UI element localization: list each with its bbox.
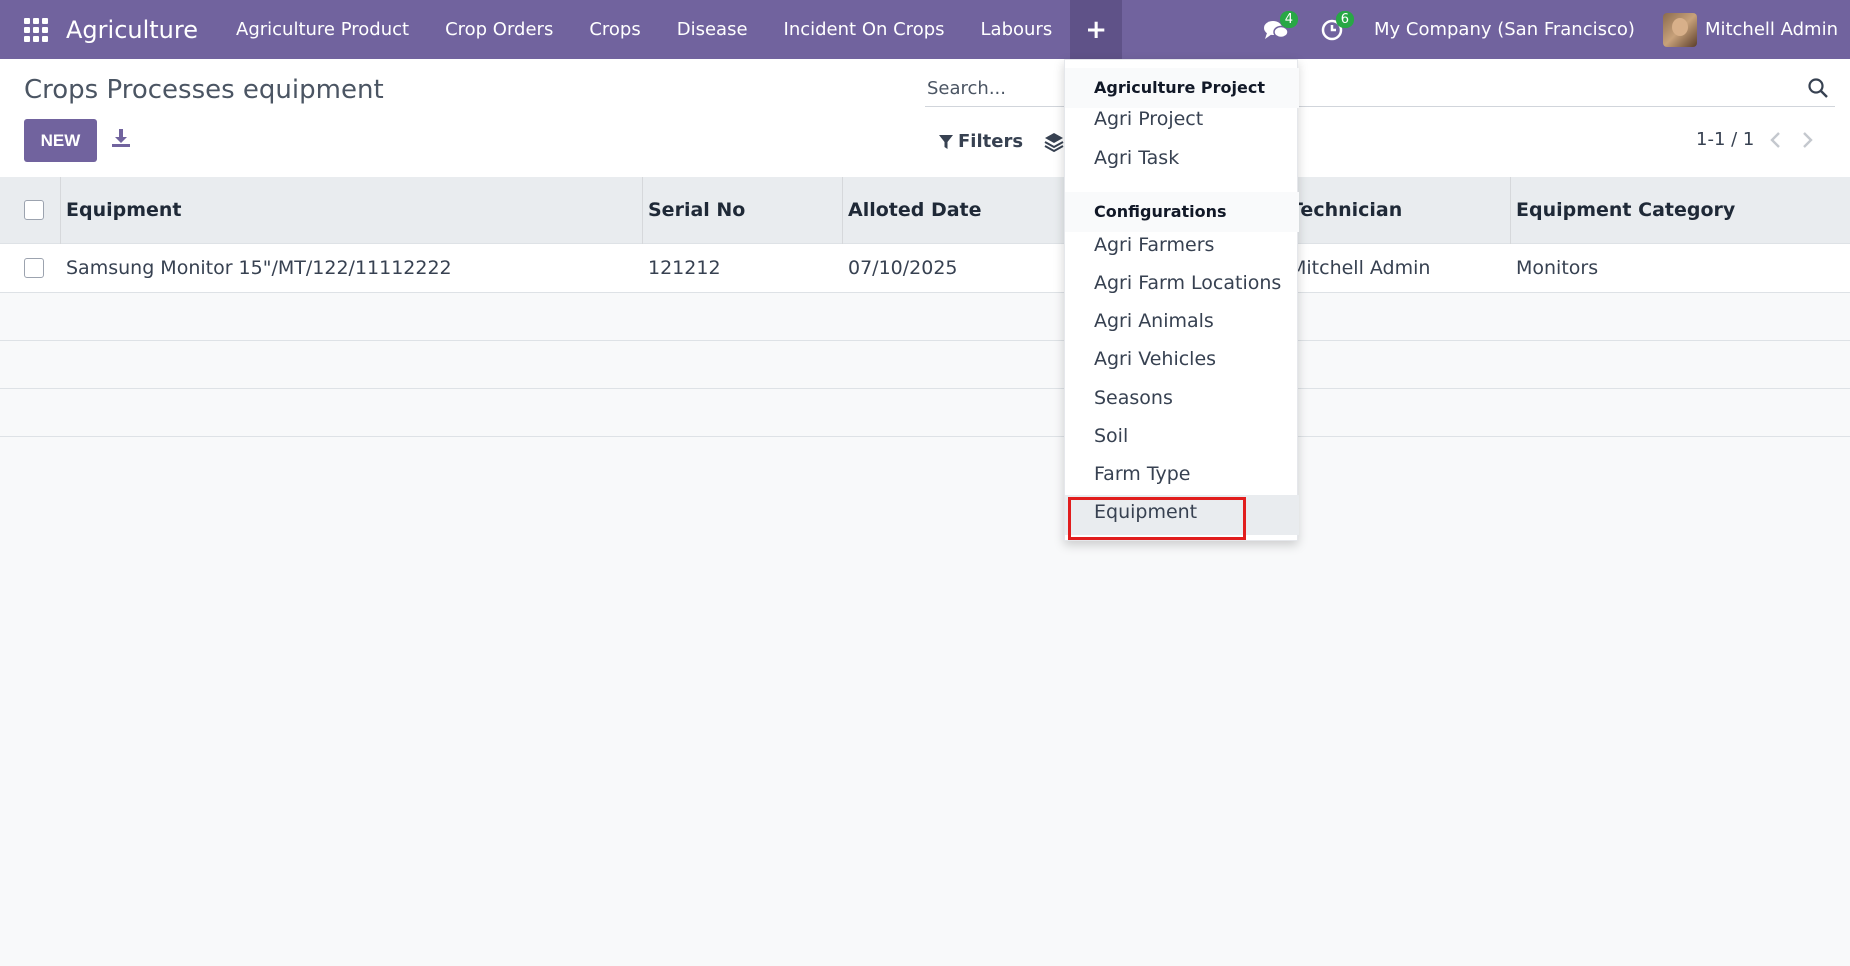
filters-label: Filters xyxy=(958,131,1024,152)
navbar-systray: 4 6 My Company (San Francisco) Mitchell … xyxy=(1248,0,1850,59)
header-technician[interactable]: Technician xyxy=(1290,177,1402,244)
menu-agriculture-product[interactable]: Agriculture Product xyxy=(218,0,427,59)
more-menu-dropdown: Agriculture Project Agri Project Agri Ta… xyxy=(1064,59,1299,541)
empty-row xyxy=(0,341,1850,389)
menu-incident-on-crops[interactable]: Incident On Crops xyxy=(766,0,963,59)
chevron-right-icon[interactable] xyxy=(1798,129,1816,151)
app-brand[interactable]: Agriculture xyxy=(66,16,198,44)
row-checkbox[interactable] xyxy=(24,258,44,278)
search-input[interactable] xyxy=(927,73,1777,103)
activities-badge: 6 xyxy=(1335,11,1354,28)
plus-icon: + xyxy=(1085,14,1108,45)
activities-button[interactable]: 6 xyxy=(1304,0,1360,59)
header-equipment[interactable]: Equipment xyxy=(66,177,182,244)
cell-equipment-category: Monitors xyxy=(1516,257,1599,279)
table-header: Equipment Serial No Alloted Date Technic… xyxy=(0,177,1850,244)
menu-item-agri-animals[interactable]: Agri Animals xyxy=(1094,310,1214,332)
menu-labours[interactable]: Labours xyxy=(963,0,1071,59)
menu-item-agri-project[interactable]: Agri Project xyxy=(1094,108,1203,130)
more-menu-button[interactable]: + xyxy=(1070,0,1123,59)
cell-equipment: Samsung Monitor 15"/MT/122/11112222 xyxy=(66,257,452,279)
menu-item-seasons[interactable]: Seasons xyxy=(1094,387,1173,409)
search-bar xyxy=(925,71,1835,107)
empty-row xyxy=(0,293,1850,341)
header-alloted-date[interactable]: Alloted Date xyxy=(848,177,982,244)
top-navbar: Agriculture Agriculture Product Crop Ord… xyxy=(0,0,1850,59)
table-row[interactable]: Samsung Monitor 15"/MT/122/11112222 1212… xyxy=(0,244,1850,293)
apps-menu-icon[interactable] xyxy=(24,17,48,42)
cell-serial-no: 121212 xyxy=(648,257,721,279)
messages-badge: 4 xyxy=(1279,11,1298,28)
user-menu[interactable]: Mitchell Admin xyxy=(1662,12,1838,47)
company-switcher[interactable]: My Company (San Francisco) xyxy=(1374,19,1635,40)
section-agriculture-project: Agriculture Project xyxy=(1065,68,1299,108)
cell-alloted-date: 07/10/2025 xyxy=(848,257,958,279)
header-serial-no[interactable]: Serial No xyxy=(648,177,745,244)
group-by-layers-icon[interactable] xyxy=(1043,131,1065,153)
chevron-left-icon[interactable] xyxy=(1767,129,1785,151)
page-title: Crops Processes equipment xyxy=(24,75,384,105)
user-name: Mitchell Admin xyxy=(1704,19,1838,40)
highlight-box xyxy=(1068,497,1246,540)
filters-button[interactable]: Filters xyxy=(938,131,1023,152)
list-table: Equipment Serial No Alloted Date Technic… xyxy=(0,177,1850,437)
pager-value[interactable]: 1-1 / 1 xyxy=(1696,129,1754,150)
empty-row xyxy=(0,389,1850,437)
menu-crops[interactable]: Crops xyxy=(571,0,658,59)
new-button[interactable]: NEW xyxy=(24,119,97,162)
menu-item-agri-farm-locations[interactable]: Agri Farm Locations xyxy=(1094,272,1281,294)
download-icon[interactable] xyxy=(110,127,132,149)
section-configurations: Configurations xyxy=(1065,192,1299,232)
menu-item-agri-vehicles[interactable]: Agri Vehicles xyxy=(1094,348,1216,370)
menu-item-agri-task[interactable]: Agri Task xyxy=(1094,147,1179,169)
menu-crop-orders[interactable]: Crop Orders xyxy=(427,0,571,59)
menu-disease[interactable]: Disease xyxy=(659,0,766,59)
messages-button[interactable]: 4 xyxy=(1248,0,1304,59)
filter-icon xyxy=(939,134,953,149)
cell-technician: Mitchell Admin xyxy=(1290,257,1431,279)
menu-item-agri-farmers[interactable]: Agri Farmers xyxy=(1094,234,1214,256)
avatar xyxy=(1662,12,1697,47)
menu-item-farm-type[interactable]: Farm Type xyxy=(1094,463,1191,485)
select-all-checkbox[interactable] xyxy=(24,200,44,220)
control-panel: Crops Processes equipment NEW Filters 1-… xyxy=(0,59,1850,177)
header-equipment-category[interactable]: Equipment Category xyxy=(1516,177,1735,244)
search-icon[interactable] xyxy=(1807,77,1829,99)
menu-item-soil[interactable]: Soil xyxy=(1094,425,1128,447)
